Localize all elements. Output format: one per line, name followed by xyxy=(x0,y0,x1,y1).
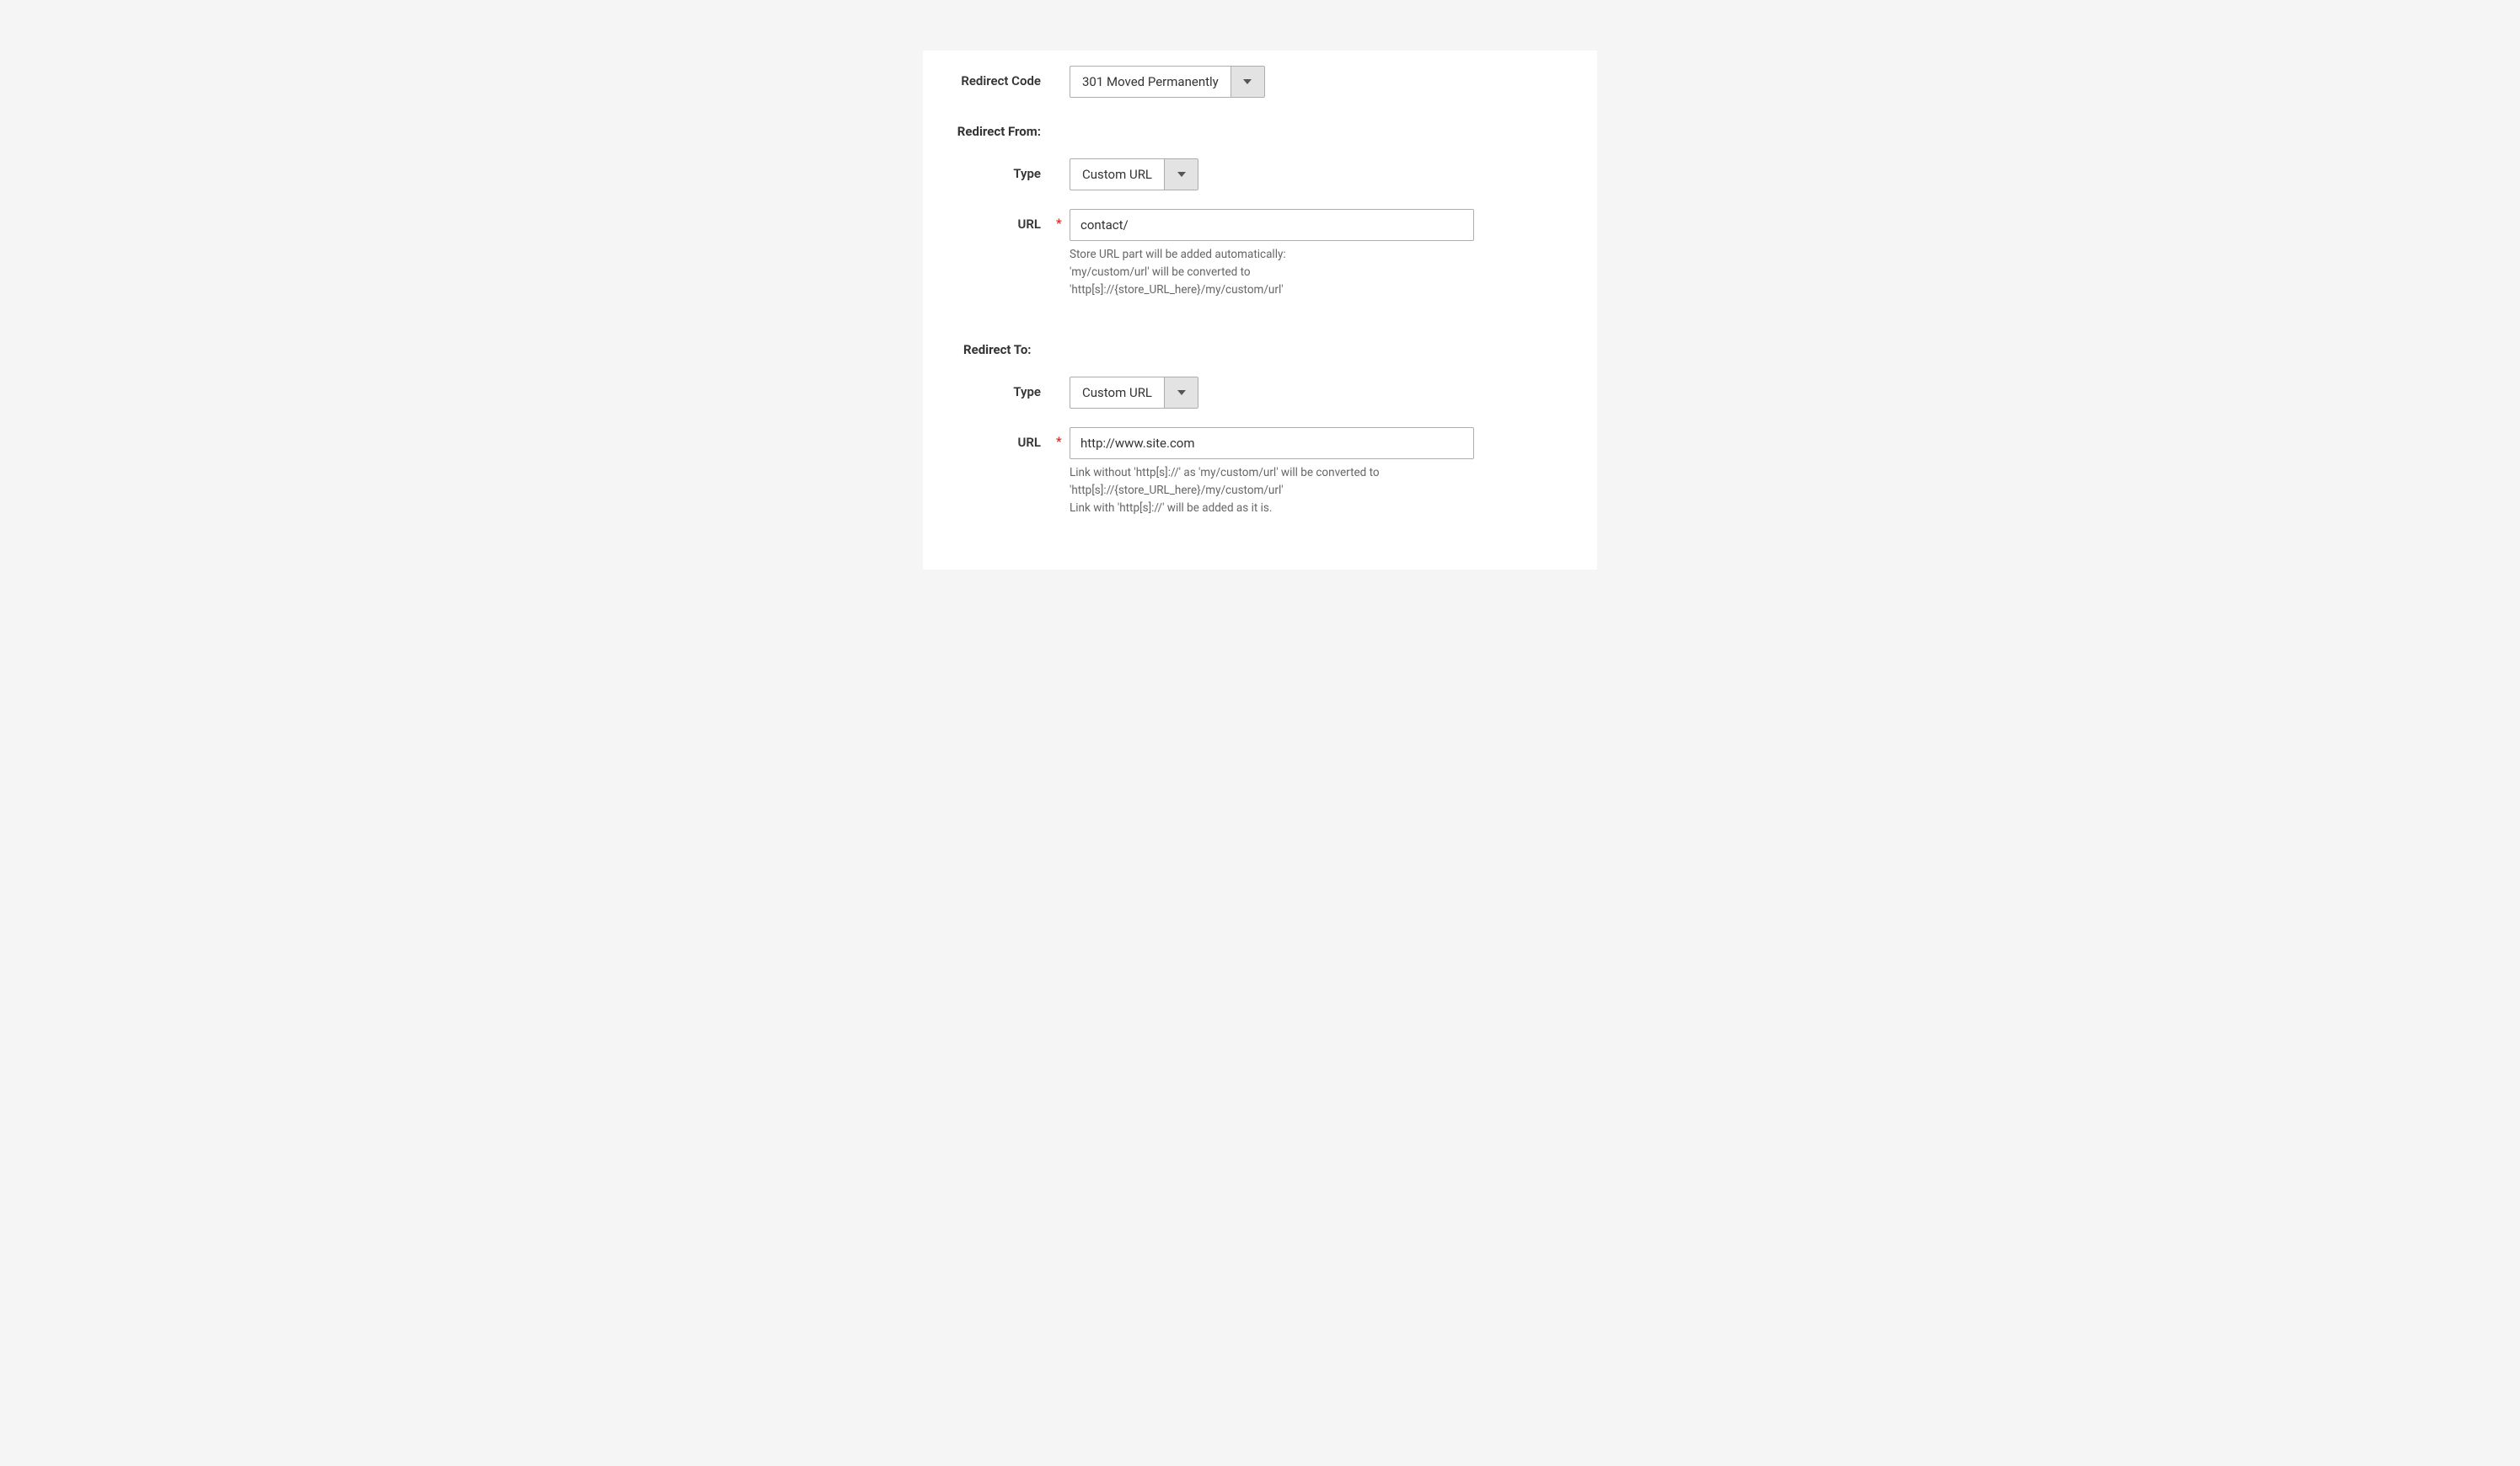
select-from-type[interactable]: Custom URL xyxy=(1070,158,1198,190)
input-from-url[interactable] xyxy=(1070,209,1474,241)
select-redirect-code[interactable]: 301 Moved Permanently xyxy=(1070,66,1265,98)
label-redirect-code: Redirect Code xyxy=(948,66,1056,89)
select-from-type-value: Custom URL xyxy=(1070,159,1164,190)
chevron-down-icon xyxy=(1164,377,1198,408)
row-to-url: URL * Link without 'http[s]://' as 'my/c… xyxy=(948,427,1572,517)
chevron-down-icon xyxy=(1231,67,1264,97)
select-to-type[interactable]: Custom URL xyxy=(1070,377,1198,409)
redirect-form-panel: Redirect Code 301 Moved Permanently Redi… xyxy=(923,51,1597,570)
label-from-type: Type xyxy=(948,158,1056,182)
input-to-url[interactable] xyxy=(1070,427,1474,459)
section-label-redirect-to: Redirect To: xyxy=(948,334,1056,358)
row-redirect-to-label: Redirect To: xyxy=(948,334,1572,358)
select-to-type-value: Custom URL xyxy=(1070,377,1164,408)
chevron-down-icon xyxy=(1164,159,1198,190)
label-from-url: URL xyxy=(948,209,1056,233)
help-from-url: Store URL part will be added automatical… xyxy=(1070,246,1286,299)
section-label-redirect-from: Redirect From: xyxy=(948,116,1056,140)
label-to-url: URL xyxy=(948,427,1056,451)
required-mark: * xyxy=(1056,427,1066,449)
help-to-url: Link without 'http[s]://' as 'my/custom/… xyxy=(1070,464,1380,517)
row-to-type: Type Custom URL xyxy=(948,377,1572,409)
row-from-url: URL * Store URL part will be added autom… xyxy=(948,209,1572,299)
select-redirect-code-value: 301 Moved Permanently xyxy=(1070,67,1231,97)
label-to-type: Type xyxy=(948,377,1056,400)
row-from-type: Type Custom URL xyxy=(948,158,1572,190)
row-redirect-from-label: Redirect From: xyxy=(948,116,1572,140)
required-mark: * xyxy=(1056,209,1066,231)
row-redirect-code: Redirect Code 301 Moved Permanently xyxy=(948,66,1572,98)
